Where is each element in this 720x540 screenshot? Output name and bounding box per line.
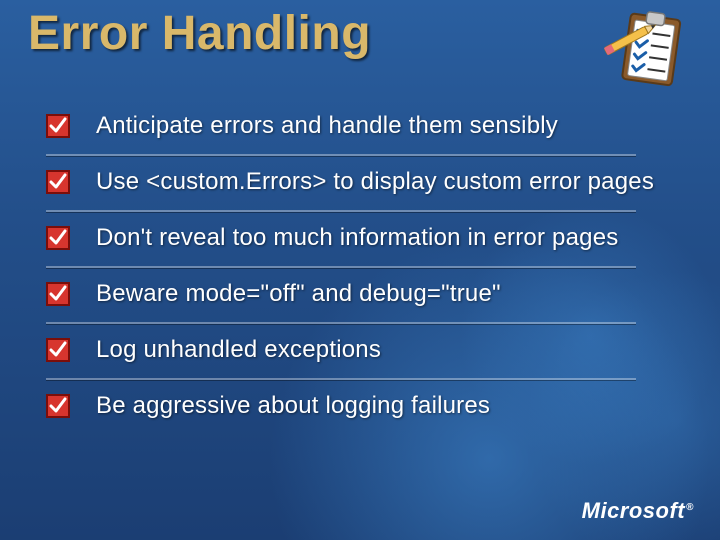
list-item: Don't reveal too much information in err…: [46, 210, 690, 266]
bullet-text: Beware mode="off" and debug="true": [96, 280, 501, 308]
bullet-text: Use <custom.Errors> to display custom er…: [96, 168, 654, 196]
checkmark-icon: [46, 394, 70, 418]
registered-mark: ®: [686, 502, 694, 513]
microsoft-logo: Microsoft®: [582, 498, 694, 524]
clipboard-icon: [598, 6, 698, 96]
list-item: Use <custom.Errors> to display custom er…: [46, 154, 690, 210]
bullet-text: Anticipate errors and handle them sensib…: [96, 112, 558, 140]
brand-text: Microsoft: [582, 498, 686, 523]
bullet-text: Log unhandled exceptions: [96, 336, 381, 364]
checkmark-icon: [46, 282, 70, 306]
slide-title: Error Handling: [28, 6, 371, 61]
checkmark-icon: [46, 226, 70, 250]
bullet-list: Anticipate errors and handle them sensib…: [46, 98, 690, 434]
bullet-text: Don't reveal too much information in err…: [96, 224, 618, 252]
slide: Error Handling: [0, 0, 720, 540]
checkmark-icon: [46, 170, 70, 194]
bullet-text: Be aggressive about logging failures: [96, 392, 490, 420]
list-item: Beware mode="off" and debug="true": [46, 266, 690, 322]
list-item: Anticipate errors and handle them sensib…: [46, 98, 690, 154]
checkmark-icon: [46, 114, 70, 138]
checkmark-icon: [46, 338, 70, 362]
list-item: Be aggressive about logging failures: [46, 378, 690, 434]
list-item: Log unhandled exceptions: [46, 322, 690, 378]
